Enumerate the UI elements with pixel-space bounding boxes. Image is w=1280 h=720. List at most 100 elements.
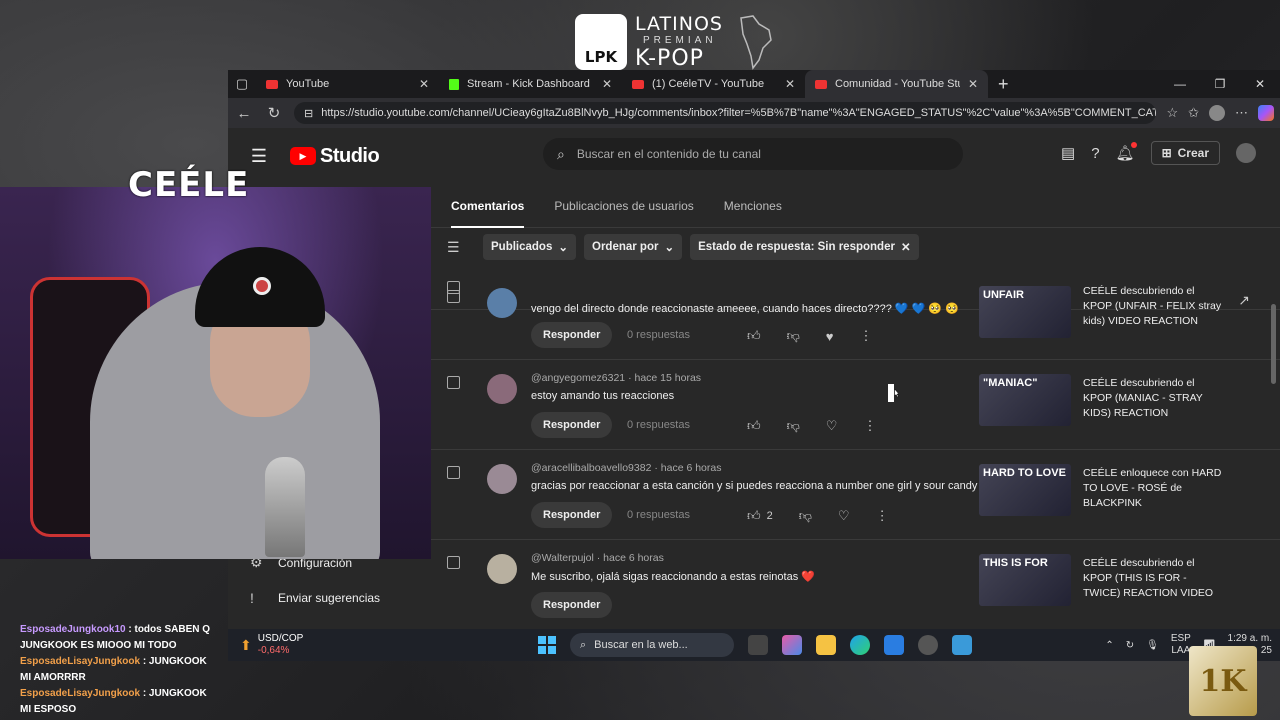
more-options-icon[interactable]: ⋮ [876,508,889,524]
dislike-icon[interactable]: 👎︎ [787,328,800,344]
tab-youtube-studio[interactable]: Comunidad - YouTube Studio ✕ [805,70,988,98]
dislike-icon[interactable]: 👎︎ [799,508,812,524]
copilot-app-icon[interactable] [782,635,802,655]
new-tab-button[interactable]: + [998,74,1009,95]
tab-youtube[interactable]: YouTube ✕ [256,70,439,98]
channel-avatar[interactable] [1236,143,1256,163]
tab-comments[interactable]: Comentarios [451,199,525,228]
close-icon[interactable]: ✕ [785,77,795,91]
video-title[interactable]: CEÉLE descubriendo el KPOP (THIS IS FOR … [1083,556,1223,601]
close-icon[interactable]: ✕ [901,240,911,254]
chevron-up-icon[interactable]: ⌃ [1105,640,1113,651]
market-chart-icon: ⬆ [240,636,252,653]
task-view-icon[interactable] [748,635,768,655]
back-icon[interactable]: ← [234,105,254,122]
youtube-icon [632,79,644,89]
reply-button[interactable]: Responder [531,502,613,528]
copilot-icon[interactable] [1258,105,1274,121]
creator-heart-icon[interactable]: ♥ [826,329,834,344]
minimize-button[interactable]: — [1160,77,1200,91]
tab-user-posts[interactable]: Publicaciones de usuarios [554,199,693,213]
scrollbar[interactable] [1271,304,1276,384]
more-options-icon[interactable]: ⋮ [860,328,873,344]
open-external-icon[interactable]: ↗ [1238,292,1250,309]
like-icon[interactable]: 👍︎ [747,328,761,344]
clock-time: 1:29 a. m. [1227,633,1272,644]
market-widget[interactable]: ⬆ USD/COP -0,64% [228,633,303,657]
site-info-icon[interactable]: ⊟ [304,107,313,120]
comment-author[interactable]: @aracellibalboavello9382 [531,462,651,474]
reply-button[interactable]: Responder [531,322,613,348]
more-menu-icon[interactable]: ⋯ [1235,105,1248,121]
notifications-bell-icon[interactable]: 🔔︎ [1116,142,1137,162]
chip-label: Ordenar por [592,241,659,253]
close-icon[interactable]: ✕ [419,77,429,91]
language-indicator[interactable]: ESP LAA [1171,633,1191,657]
published-filter[interactable]: Publicados ⌄ [483,234,576,260]
comment-author[interactable]: @Walterpujol [531,552,594,564]
chat-message: EsposadeLisayJungkook : JUNGKOOK MI ESPO… [20,686,220,718]
photos-app-icon[interactable] [952,635,972,655]
chevron-down-icon: ⌄ [558,242,568,254]
youtube-studio-logo[interactable]: ▶ Studio [290,145,380,168]
sort-filter[interactable]: Ordenar por ⌄ [584,234,683,260]
comment-checkbox[interactable] [447,376,460,389]
video-thumbnail[interactable]: THIS IS FOR [979,554,1071,606]
more-options-icon[interactable]: ⋮ [863,418,876,434]
chat-user: EsposadeLisayJungkook [20,688,141,699]
avatar [487,374,517,404]
response-status-filter[interactable]: Estado de respuesta: Sin responder ✕ [690,234,919,260]
obs-icon[interactable] [918,635,938,655]
like-icon[interactable]: 👍︎ [747,508,761,524]
tab-ceele-youtube[interactable]: (1) CeéleTV - YouTube ✕ [622,70,805,98]
like-icon[interactable]: 👍︎ [747,418,761,434]
close-window-button[interactable]: ✕ [1240,77,1280,91]
file-explorer-icon[interactable] [816,635,836,655]
comment-checkbox[interactable] [447,466,460,479]
favorites-icon[interactable]: ✩ [1188,105,1199,121]
dislike-icon[interactable]: 👎︎ [787,418,800,434]
restore-button[interactable]: ❐ [1200,77,1240,91]
video-title[interactable]: CEÉLE descubriendo el KPOP (MANIAC - STR… [1083,376,1223,421]
microphone-icon[interactable]: 🎙︎ [1146,640,1159,651]
edge-browser-icon[interactable] [850,635,870,655]
start-button[interactable] [538,636,556,654]
url-field[interactable]: ⊟ https://studio.youtube.com/channel/UCi… [294,102,1157,124]
hamburger-menu-icon[interactable]: ☰ [228,146,290,167]
profile-avatar[interactable] [1209,105,1225,121]
replies-count[interactable]: 0 respuestas [627,419,690,431]
close-icon[interactable]: ✕ [602,77,612,91]
heart-icon[interactable]: ♡ [826,418,838,434]
reload-icon[interactable]: ↻ [264,104,284,122]
comment-checkbox[interactable] [447,556,460,569]
video-thumbnail[interactable]: UNFAIR [979,286,1071,338]
heart-icon[interactable]: ♡ [838,508,850,524]
kick-icon [449,78,459,90]
microsoft-store-icon[interactable] [884,635,904,655]
sidebar-item-feedback[interactable]: ! Enviar sugerencias [250,590,380,606]
reply-button[interactable]: Responder [531,412,613,438]
help-icon[interactable]: ? [1091,145,1099,162]
comment-checkbox[interactable] [447,290,460,303]
tab-kick-dashboard[interactable]: Stream - Kick Dashboard ✕ [439,70,622,98]
sync-icon[interactable]: ↻ [1126,640,1134,651]
chip-label: Publicados [491,241,553,253]
window-menu-icon[interactable]: ▢ [228,76,256,92]
video-thumbnail[interactable]: HARD TO LOVE [979,464,1071,516]
streamer-brand: CEÉLE [128,165,250,205]
create-button[interactable]: ⊞ Crear [1150,141,1220,165]
filter-icon[interactable]: ☰ [447,239,475,256]
video-thumbnail[interactable]: "MANIAC" [979,374,1071,426]
video-title[interactable]: CEÉLE descubriendo el KPOP (UNFAIR - FEL… [1083,284,1223,329]
channel-search-input[interactable]: ⌕ Buscar en el contenido de tu canal [543,138,963,170]
replies-count[interactable]: 0 respuestas [627,329,690,341]
video-title[interactable]: CEÉLE enloquece con HARD TO LOVE - ROSÉ … [1083,466,1223,511]
replies-count[interactable]: 0 respuestas [627,509,690,521]
close-icon[interactable]: ✕ [968,77,978,91]
comments-icon[interactable]: ▤ [1061,144,1075,162]
tab-mentions[interactable]: Menciones [724,199,782,213]
taskbar-search[interactable]: ⌕ Buscar en la web... [570,633,734,657]
comment-author[interactable]: @angyegomez6321 [531,372,625,384]
favorite-star-icon[interactable]: ☆ [1166,105,1178,121]
reply-button[interactable]: Responder [531,592,613,618]
